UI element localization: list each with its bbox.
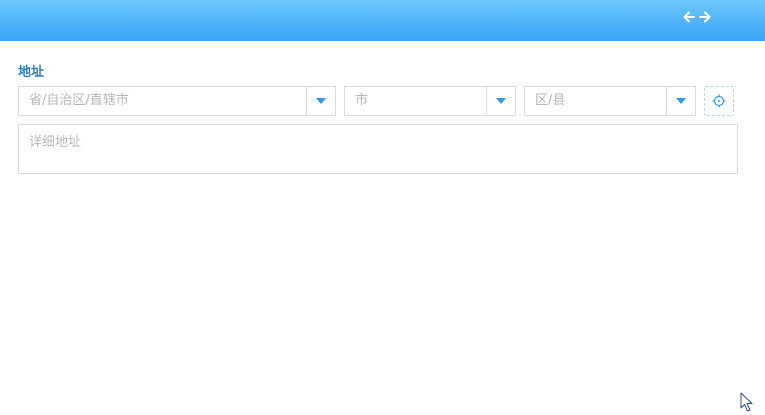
locate-button[interactable] (704, 86, 734, 116)
province-dropdown-toggle[interactable] (306, 87, 335, 115)
nav-arrows (682, 10, 712, 24)
address-label: 地址 (18, 65, 45, 80)
district-placeholder: 区/县 (535, 93, 566, 108)
detail-address-input[interactable]: 详细地址 (18, 124, 738, 174)
arrow-right-icon[interactable] (698, 10, 712, 24)
province-select[interactable]: 省/自治区/直辖市 (18, 86, 336, 116)
city-select[interactable]: 市 (344, 86, 516, 116)
header-bar (0, 0, 765, 41)
province-placeholder: 省/自治区/直辖市 (29, 93, 129, 108)
city-placeholder: 市 (355, 93, 369, 108)
district-dropdown-toggle[interactable] (666, 87, 695, 115)
district-select[interactable]: 区/县 (524, 86, 696, 116)
mouse-pointer-icon (740, 392, 753, 412)
caret-down-icon (316, 98, 326, 104)
arrow-left-icon[interactable] (682, 10, 696, 24)
detail-address-placeholder: 详细地址 (29, 135, 82, 150)
city-dropdown-toggle[interactable] (486, 87, 515, 115)
caret-down-icon (496, 98, 506, 104)
crosshair-icon (712, 94, 726, 108)
caret-down-icon (676, 98, 686, 104)
